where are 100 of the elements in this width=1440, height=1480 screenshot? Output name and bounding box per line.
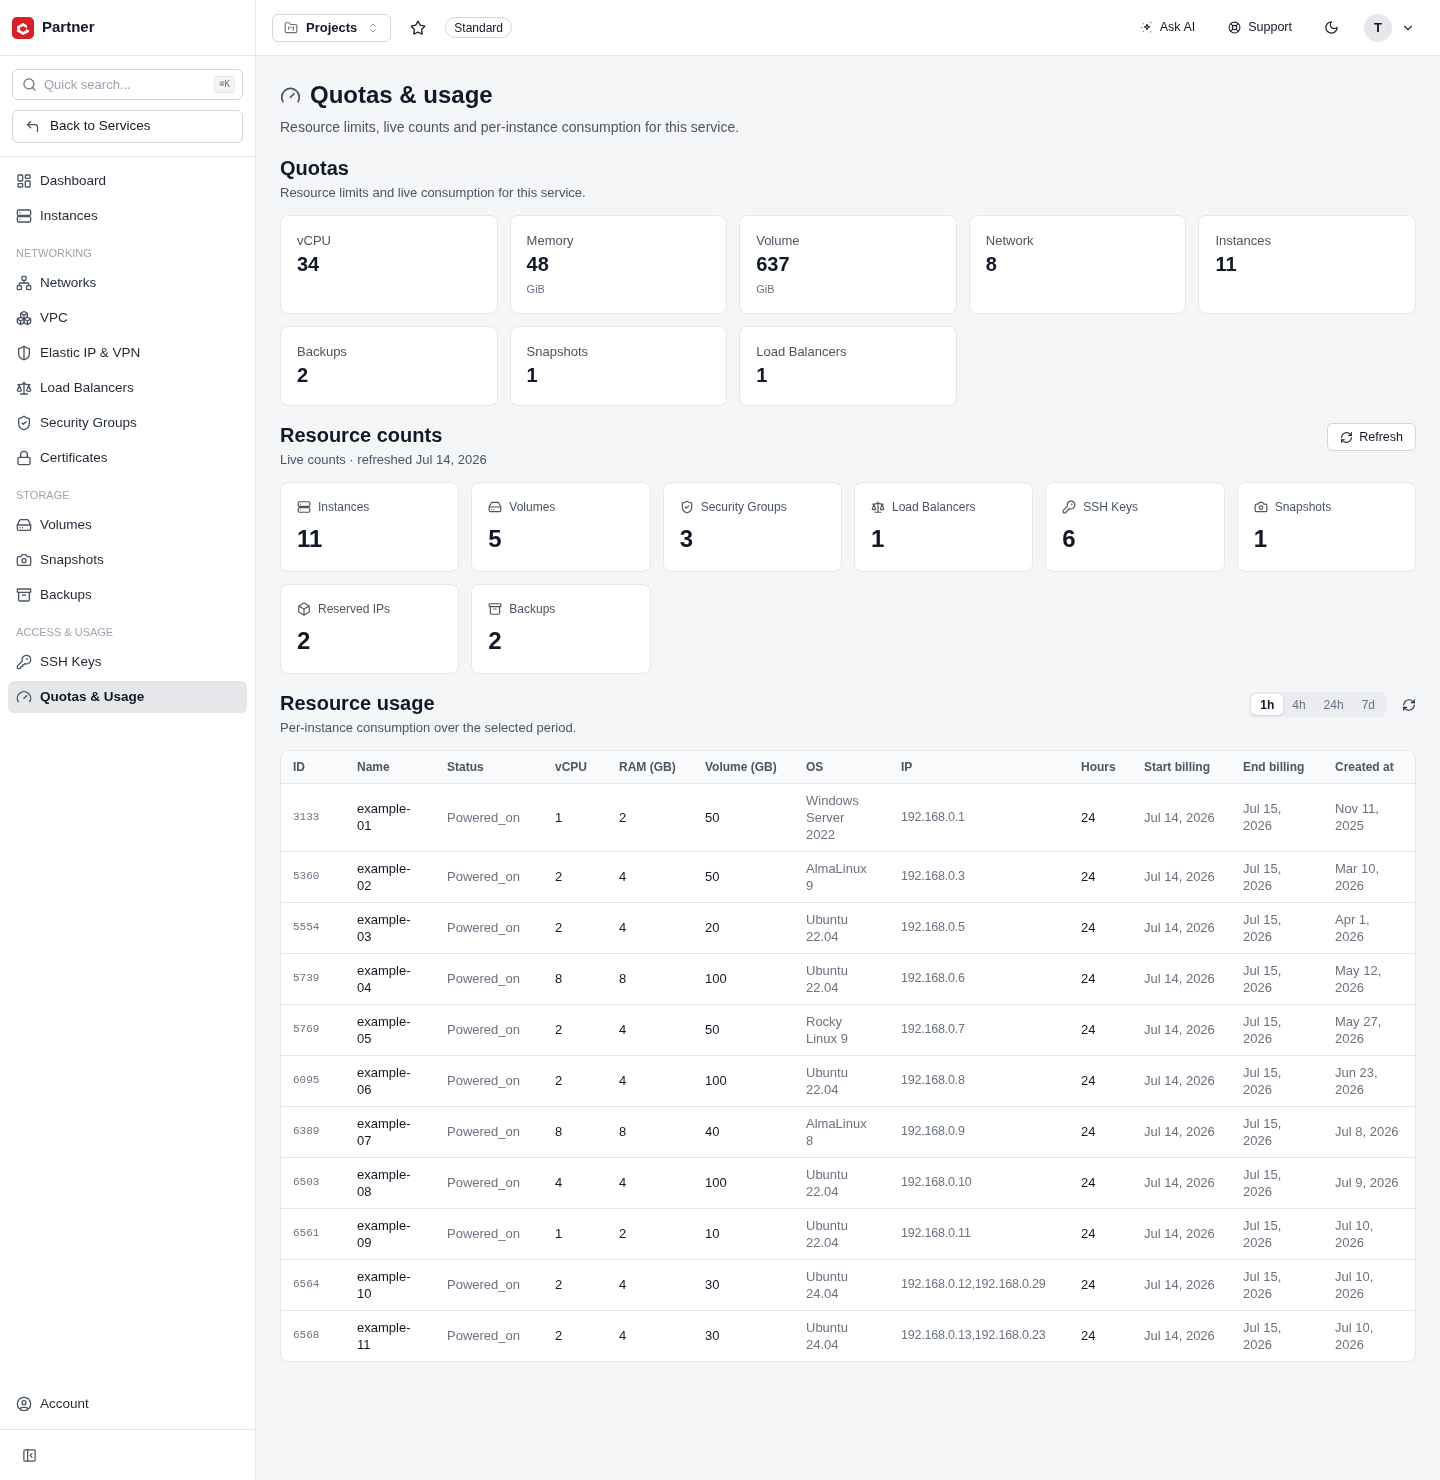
table-cell: Jul 15, 2026 (1231, 1259, 1323, 1310)
table-cell: Jul 15, 2026 (1231, 1106, 1323, 1157)
table-cell: Ubuntu 22.04 (794, 953, 889, 1004)
project-selector[interactable]: Projects (272, 13, 392, 42)
column-header: IP (889, 751, 1069, 783)
nav-item[interactable]: Backups (8, 579, 247, 611)
nav-item[interactable]: Elastic IP & VPN (8, 337, 247, 369)
camera-icon (1253, 500, 1268, 514)
sparkle-icon (1139, 21, 1153, 34)
nav-item[interactable]: Security Groups (8, 407, 247, 439)
table-cell: Jul 14, 2026 (1132, 783, 1231, 851)
table-cell: Powered_on (435, 1106, 543, 1157)
archive-icon (488, 602, 503, 616)
count-label: SSH Keys (1083, 499, 1138, 515)
table-cell: 20 (693, 902, 794, 953)
section-description: Live counts · refreshed Jul 14, 2026 (280, 451, 487, 469)
period-tab[interactable]: 7d (1352, 694, 1384, 715)
table-cell: 24 (1069, 1310, 1132, 1361)
support-button[interactable]: Support (1228, 18, 1292, 37)
account-link[interactable]: Account (8, 1388, 247, 1420)
back-arrow-icon (25, 119, 40, 134)
table-cell: example-05 (345, 1004, 435, 1055)
table-cell: 2 (543, 1259, 607, 1310)
table-cell: Ubuntu 22.04 (794, 902, 889, 953)
nav-item[interactable]: Dashboard (8, 165, 247, 197)
nav-item[interactable]: SSH Keys (8, 646, 247, 678)
server-icon (16, 208, 32, 224)
table-cell: 24 (1069, 1208, 1132, 1259)
shield-check-icon (16, 415, 32, 431)
count-value: 2 (488, 626, 502, 656)
table-cell: example-01 (345, 783, 435, 851)
logo-icon (12, 16, 34, 39)
avatar[interactable]: T (1364, 13, 1392, 42)
table-cell: 1 (543, 1208, 607, 1259)
back-button[interactable]: Back to Services (12, 110, 243, 143)
table-cell: 8 (543, 1106, 607, 1157)
table-cell: 4 (607, 1055, 693, 1106)
shield-check-icon (679, 500, 694, 514)
column-header: Start billing (1132, 751, 1231, 783)
table-cell: 192.168.0.12,192.168.0.29 (889, 1259, 1069, 1310)
table-cell: 192.168.0.13,192.168.0.23 (889, 1310, 1069, 1361)
table-cell: 24 (1069, 851, 1132, 902)
table-cell: 6095 (281, 1055, 345, 1106)
table-cell: 4 (607, 1004, 693, 1055)
sidebar-toggle-icon[interactable] (22, 1447, 37, 1463)
nav-item[interactable]: Volumes (8, 509, 247, 541)
table-cell: Ubuntu 22.04 (794, 1208, 889, 1259)
table-cell: 24 (1069, 1004, 1132, 1055)
table-cell: Powered_on (435, 902, 543, 953)
table-cell: 30 (693, 1259, 794, 1310)
nav-item[interactable]: Quotas & Usage (8, 681, 247, 713)
table-cell: 192.168.0.7 (889, 1004, 1069, 1055)
table-cell: example-08 (345, 1157, 435, 1208)
table-cell: Apr 1, 2026 (1323, 902, 1415, 953)
table-cell: example-02 (345, 851, 435, 902)
table-cell: Jul 8, 2026 (1323, 1106, 1415, 1157)
column-header: Volume (GB) (693, 751, 794, 783)
nav-item[interactable]: Certificates (8, 442, 247, 474)
table-cell: 100 (693, 953, 794, 1004)
section-title: Resource counts (280, 423, 443, 448)
table-cell: 6564 (281, 1259, 345, 1310)
refresh-button[interactable]: Refresh (1327, 423, 1416, 451)
table-cell: 192.168.0.1 (889, 783, 1069, 851)
ask-ai-button[interactable]: Ask AI (1139, 18, 1196, 37)
column-header: Status (435, 751, 543, 783)
period-tab[interactable]: 1h (1251, 694, 1284, 715)
table-cell: Powered_on (435, 783, 543, 851)
table-cell: Ubuntu 22.04 (794, 1055, 889, 1106)
table-cell: 24 (1069, 1106, 1132, 1157)
archive-icon (16, 587, 32, 603)
table-cell: Jun 23, 2026 (1323, 1055, 1415, 1106)
nav-item[interactable]: Load Balancers (8, 372, 247, 404)
table-cell: 50 (693, 851, 794, 902)
table-cell: Powered_on (435, 1004, 543, 1055)
lock-icon (16, 450, 32, 466)
table-cell: Jul 14, 2026 (1132, 851, 1231, 902)
column-header: ID (281, 751, 345, 783)
star-icon[interactable] (410, 19, 427, 36)
quota-label: Network (985, 232, 1034, 250)
quota-value: 48 (526, 252, 549, 277)
table-cell: Jul 14, 2026 (1132, 1004, 1231, 1055)
hard-drive-icon (488, 500, 503, 514)
nav-item[interactable]: Networks (8, 267, 247, 299)
table-cell: 8 (607, 953, 693, 1004)
table-cell: 5739 (281, 953, 345, 1004)
table-cell: Jul 15, 2026 (1231, 783, 1323, 851)
nav-item[interactable]: Instances (8, 200, 247, 232)
period-tab[interactable]: 4h (1283, 694, 1315, 715)
period-tab[interactable]: 24h (1314, 694, 1353, 715)
nav-item[interactable]: VPC (8, 302, 247, 334)
table-cell: 6389 (281, 1106, 345, 1157)
table-cell: 192.168.0.10 (889, 1157, 1069, 1208)
search-icon (22, 77, 37, 92)
moon-icon[interactable] (1324, 20, 1339, 35)
table-cell: 2 (543, 1055, 607, 1106)
table-cell: Ubuntu 22.04 (794, 1157, 889, 1208)
nav-item[interactable]: Snapshots (8, 544, 247, 576)
quota-value: 637 (756, 252, 790, 277)
table-cell: 100 (693, 1157, 794, 1208)
refresh-icon[interactable] (1402, 697, 1416, 712)
